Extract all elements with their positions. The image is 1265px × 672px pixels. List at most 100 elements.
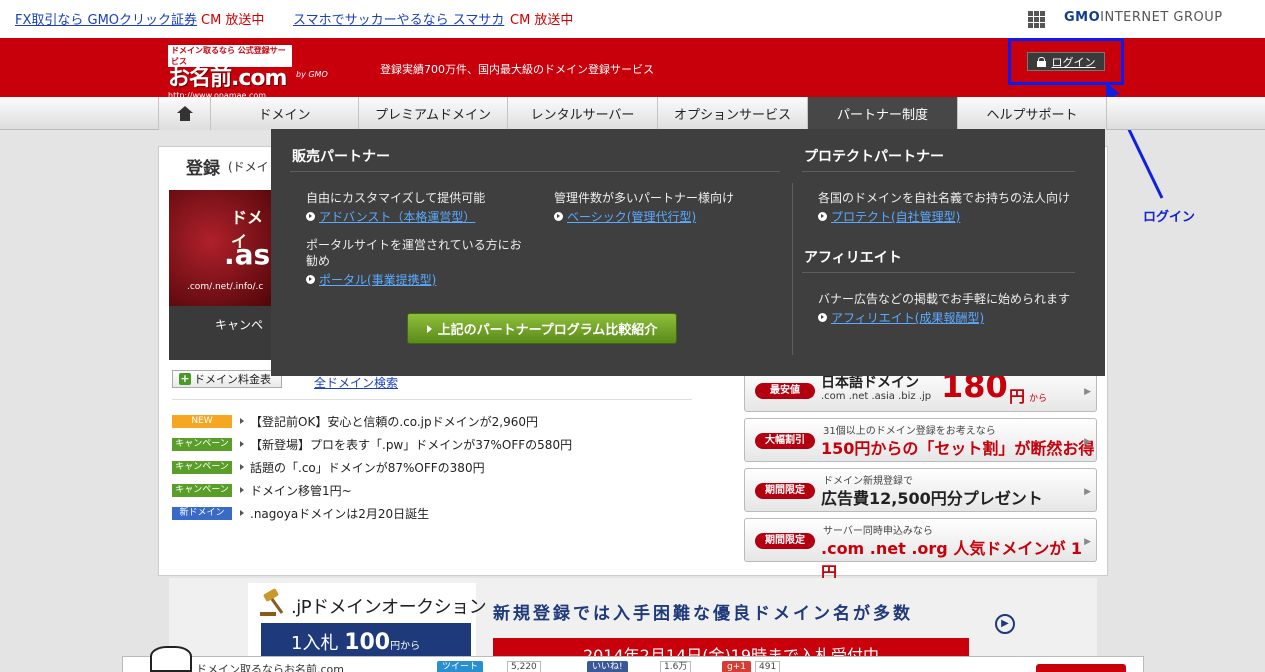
button-label: ツイート	[442, 662, 479, 672]
logo-text: お名前.com	[168, 66, 287, 91]
footer-action-button[interactable]	[1036, 664, 1126, 672]
header-tagline: 登録実績700万件、国内最大級のドメイン登録サービス	[380, 63, 654, 76]
logo-caption: ドメイン取るなら 公式登録サービス	[168, 45, 292, 67]
ad-link-smasaka[interactable]: スマホでサッカーやるなら スマサカ	[293, 9, 504, 28]
promo-banner-server-bundle[interactable]: 期間限定 サーバー同時申込みなら .com .net .org 人気ドメインが …	[744, 518, 1097, 582]
plus-icon: +	[179, 372, 191, 385]
annotation-highlight-box	[1008, 38, 1124, 85]
arrow-circle-icon	[306, 212, 315, 221]
google-plus-button[interactable]: g+1	[722, 661, 751, 672]
link-label: アドバンスト（本格運営型）	[319, 210, 476, 224]
tweet-count: 5,220	[507, 661, 541, 672]
nav-label: レンタルサーバー	[530, 108, 635, 123]
domain-price-table-button[interactable]: + ドメイン料金表	[172, 370, 282, 388]
nav-item-help-support[interactable]: ヘルプサポート	[957, 97, 1107, 130]
protect-partner-heading: プロテクトパートナー	[804, 149, 944, 165]
news-text: .nagoyaドメインは2月20日誕生	[250, 506, 430, 521]
facebook-like-button[interactable]: いいね!	[587, 661, 628, 672]
bid-prefix: 1入札	[291, 633, 339, 654]
news-text: 【新登場】プロを表す「.pw」ドメインが37%OFFの580円	[250, 437, 573, 452]
bullet-arrow-icon	[240, 418, 244, 424]
nav-item-option-service[interactable]: オプションサービス	[657, 97, 807, 130]
news-item[interactable]: キャンペーン 話題の「.co」ドメインが87%OFFの380円	[172, 459, 485, 475]
promo-line2: 広告費12,500円分プレゼント	[821, 489, 1043, 508]
section-subtitle: (ドメイ	[228, 160, 269, 174]
cm-label: CM 放送中	[201, 13, 265, 28]
auction-title: .jPドメインオークション	[291, 597, 487, 618]
bullet-arrow-icon	[240, 487, 244, 493]
menu-description: ポータルサイトを運営されている方にお	[306, 238, 522, 252]
tweet-button[interactable]: ツイート	[437, 661, 484, 672]
menu-description: 各国のドメインを自社名義でお持ちの法人向け	[818, 191, 1071, 205]
news-tag: キャンペーン	[172, 483, 232, 497]
promo-badge: 大幅割引	[755, 433, 815, 449]
nav-home[interactable]	[158, 97, 210, 130]
chevron-right-icon: ▶	[1084, 437, 1091, 447]
divider	[802, 171, 1075, 172]
ad-link-gmo-click[interactable]: FX取引なら GMOクリック証券	[15, 9, 197, 28]
chevron-right-icon: ▶	[1084, 537, 1091, 547]
chevron-right-icon: ▶	[1084, 387, 1091, 397]
link-label: ポータル(事業提携型)	[319, 273, 437, 287]
menu-description: 管理件数が多いパートナー様向け	[554, 191, 735, 205]
menu-description: バナー広告などの掲載でお手軽に始められます	[818, 292, 1071, 306]
divider	[802, 272, 1075, 273]
onamae-logo[interactable]: ドメイン取るなら 公式登録サービス お名前.com http://www.ona…	[168, 45, 292, 100]
arrow-circle-icon	[306, 275, 315, 284]
affiliate-heading: アフィリエイト	[804, 250, 902, 266]
nav-item-premium-domain[interactable]: プレミアムドメイン	[358, 97, 507, 130]
menu-description: 勧め	[306, 254, 331, 268]
partner-compare-button[interactable]: 上記のパートナープログラム比較紹介	[407, 313, 677, 344]
gplus-count: 491	[755, 661, 781, 672]
protect-partner-link[interactable]: プロテクト(自社管理型)	[818, 208, 960, 225]
basic-partner-link[interactable]: ベーシック(管理代行型)	[554, 208, 696, 225]
by-gmo-label: by GMO	[296, 70, 328, 79]
promo-subtitle: .com .net .asia .biz .jp	[821, 391, 932, 402]
arrow-right-icon	[426, 324, 432, 333]
nav-label: ドメイン	[258, 108, 311, 123]
promo-banner-set-discount[interactable]: 大幅割引 31個以上のドメイン登録をお考えなら 150円からの「セット割」が断然…	[744, 418, 1097, 462]
gmo-group-logo[interactable]: GMOINTERNET GROUP	[1064, 10, 1223, 25]
news-text: 話題の「.co」ドメインが87%OFFの380円	[250, 460, 485, 475]
portal-partner-link[interactable]: ポータル(事業提携型)	[306, 271, 436, 288]
promo-line2: 150円からの「セット割」が断然お得	[821, 439, 1095, 458]
all-domain-search-link[interactable]: 全ドメイン検索	[314, 374, 398, 391]
nav-label: ヘルプサポート	[986, 108, 1078, 123]
ad-link-text: FX取引なら GMOクリック証券	[15, 13, 198, 28]
bullet-arrow-icon	[240, 464, 244, 470]
link-label: ベーシック(管理代行型)	[567, 210, 697, 224]
advanced-partner-link[interactable]: アドバンスト（本格運営型）	[306, 208, 475, 225]
news-text: 【登記前OK】安心と信頼の.co.jpドメインが2,960円	[250, 414, 538, 429]
nav-item-domain[interactable]: ドメイン	[210, 97, 358, 130]
banner-text: .com/.net/.info/.c	[187, 282, 264, 292]
sales-partner-heading: 販売パートナー	[292, 149, 390, 165]
promo-unit: 円	[1009, 387, 1026, 406]
brand-bold: GMO	[1064, 10, 1101, 25]
news-item[interactable]: キャンペーン ドメイン移管1円~	[172, 482, 352, 498]
arrow-circle-icon	[554, 212, 563, 221]
nav-item-rental-server[interactable]: レンタルサーバー	[507, 97, 657, 130]
circle-arrow-right-icon[interactable]: ▶	[995, 614, 1015, 634]
nav-item-partner[interactable]: パートナー制度	[807, 97, 957, 130]
divider	[290, 171, 780, 172]
news-item[interactable]: NEW 【登記前OK】安心と信頼の.co.jpドメインが2,960円	[172, 413, 538, 429]
news-item[interactable]: 新ドメイン .nagoyaドメインは2月20日誕生	[172, 505, 429, 521]
promo-badge: 最安値	[755, 383, 815, 399]
bullet-arrow-icon	[240, 441, 244, 447]
mascot-icon	[150, 646, 192, 672]
news-tag: キャンペーン	[172, 437, 232, 451]
news-item[interactable]: キャンペーン 【新登場】プロを表す「.pw」ドメインが37%OFFの580円	[172, 436, 572, 452]
apps-grid-icon[interactable]	[1028, 11, 1045, 28]
menu-description: 自由にカスタマイズして提供可能	[306, 191, 486, 205]
button-label: 上記のパートナープログラム比較紹介	[437, 323, 658, 338]
like-count: 1.6万	[660, 661, 692, 672]
divider	[172, 399, 692, 400]
banner-text: キャンペ	[169, 306, 272, 360]
campaign-banner[interactable]: ドメイ .as .com/.net/.info/.c キャンペ	[169, 190, 272, 360]
bid-price: 100	[344, 630, 391, 655]
affiliate-link[interactable]: アフィリエイト(成果報酬型)	[818, 309, 984, 326]
arrow-circle-icon	[818, 212, 827, 221]
section-title: 登録	[186, 159, 220, 179]
promo-banner-ad-credit[interactable]: 期間限定 ドメイン新規登録で 広告費12,500円分プレゼント ▶	[744, 468, 1097, 512]
promo-badge: 期間限定	[755, 483, 815, 499]
